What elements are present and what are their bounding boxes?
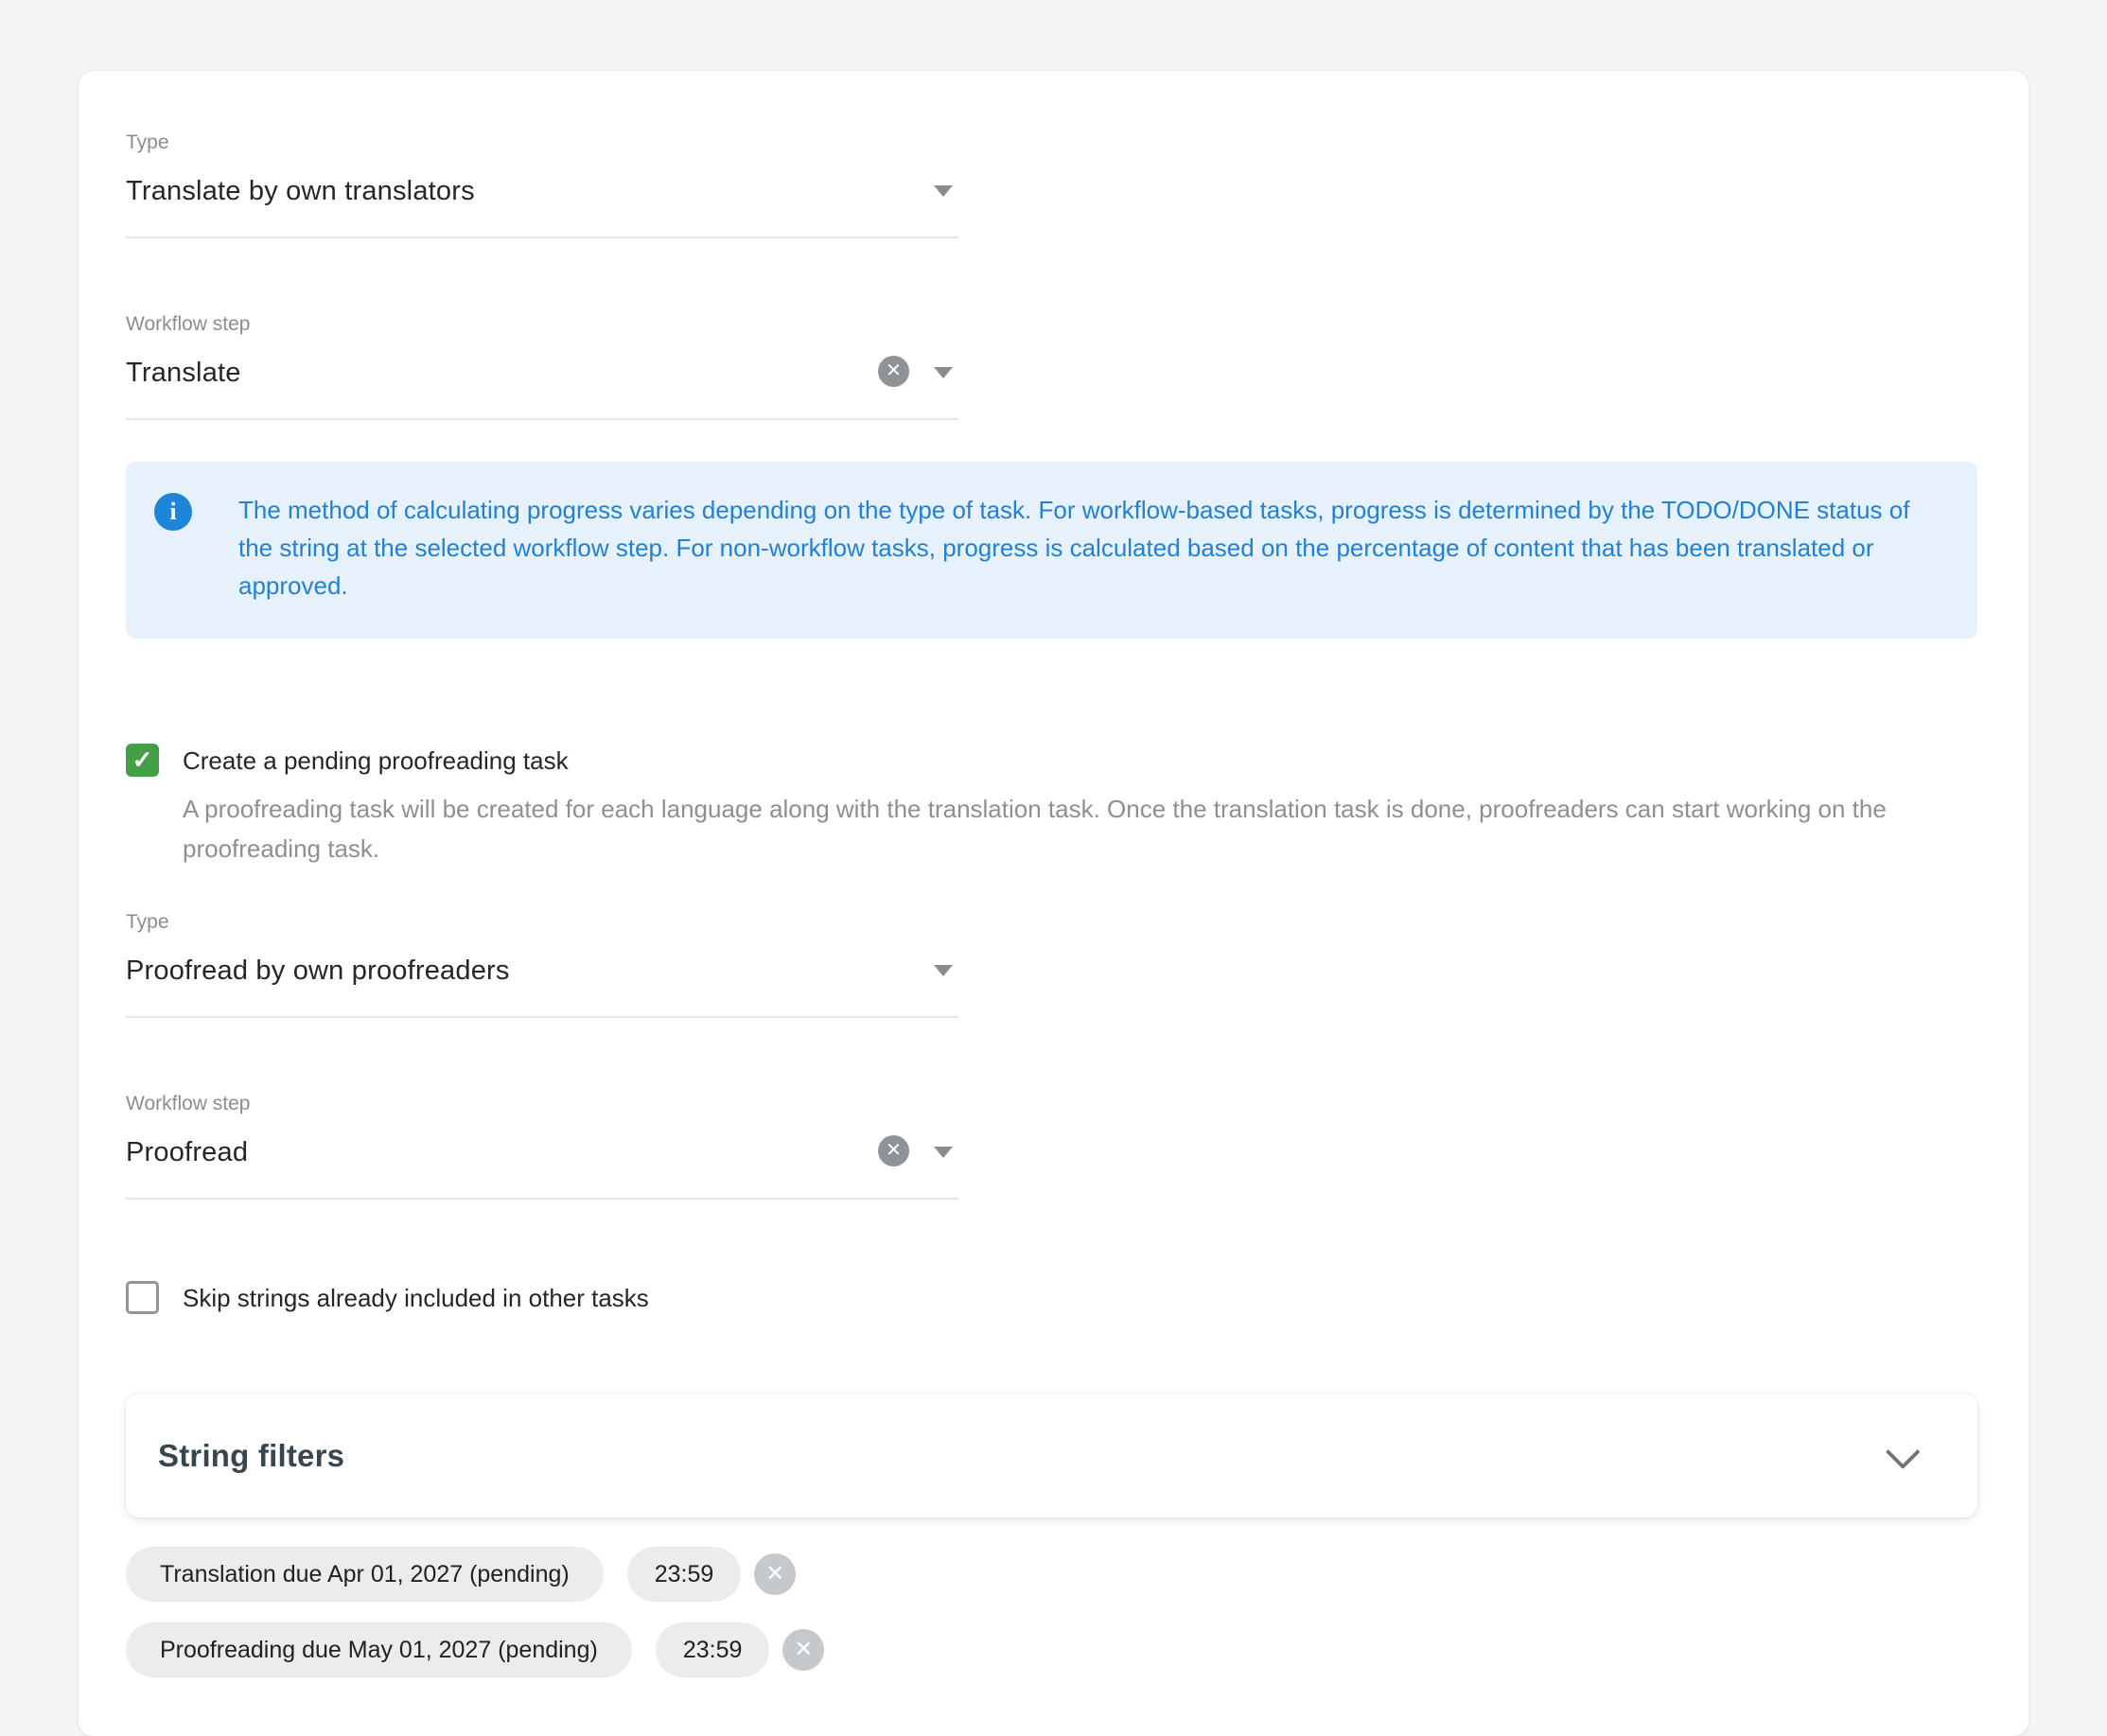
string-filters-title: String filters: [158, 1438, 344, 1474]
dropdown-arrow-icon[interactable]: [934, 965, 953, 976]
clear-selection-icon[interactable]: ✕: [878, 1135, 909, 1166]
proofreading-checkbox-group: ✓ Create a pending proofreading task A p…: [126, 745, 1979, 868]
translation-deadline-row: Translation due Apr 01, 2027 (pending) 2…: [126, 1547, 1979, 1602]
translation-workflow-select[interactable]: Translate ✕: [126, 356, 958, 420]
info-icon: i: [154, 493, 192, 531]
deadline-chip: Translation due Apr 01, 2027 (pending): [126, 1547, 604, 1602]
proofreading-workflow-field: Workflow step Proofread ✕: [126, 1092, 958, 1200]
dropdown-arrow-icon[interactable]: [934, 185, 953, 197]
translation-workflow-value: Translate: [126, 356, 958, 390]
translation-workflow-field: Workflow step Translate ✕: [126, 312, 958, 420]
proofreading-workflow-label: Workflow step: [126, 1092, 958, 1115]
proofreading-type-field: Type Proofread by own proofreaders: [126, 910, 958, 1018]
deadline-chip: Proofreading due May 01, 2027 (pending): [126, 1622, 632, 1677]
translation-type-value: Translate by own translators: [126, 174, 958, 208]
remove-chip-icon[interactable]: ✕: [782, 1629, 824, 1671]
proofreading-checkbox-label[interactable]: Create a pending proofreading task: [183, 745, 569, 777]
clear-selection-icon[interactable]: ✕: [878, 356, 909, 387]
checkbox-checked-icon[interactable]: ✓: [126, 744, 159, 777]
proofreading-workflow-value: Proofread: [126, 1135, 958, 1169]
deadline-chips: Translation due Apr 01, 2027 (pending) 2…: [126, 1547, 1979, 1677]
proofreading-type-label: Type: [126, 910, 958, 934]
proofreading-workflow-select[interactable]: Proofread ✕: [126, 1135, 958, 1200]
proofreading-checkbox-description: A proofreading task will be created for …: [183, 789, 1961, 868]
proofreading-type-select[interactable]: Proofread by own proofreaders: [126, 954, 958, 1018]
string-filters-panel[interactable]: String filters: [126, 1394, 1977, 1517]
task-form-card: Type Translate by own translators Workfl…: [79, 71, 2028, 1736]
chevron-down-icon[interactable]: [1886, 1434, 1921, 1469]
proofreading-type-value: Proofread by own proofreaders: [126, 954, 958, 988]
dropdown-arrow-icon[interactable]: [934, 367, 953, 378]
translation-type-select[interactable]: Translate by own translators: [126, 174, 958, 238]
time-chip: 23:59: [627, 1547, 742, 1602]
checkbox-unchecked-icon[interactable]: [126, 1281, 159, 1314]
skip-strings-checkbox-group: Skip strings already included in other t…: [126, 1283, 1979, 1314]
dropdown-arrow-icon[interactable]: [934, 1147, 953, 1158]
time-chip: 23:59: [656, 1622, 770, 1677]
translation-type-field: Type Translate by own translators: [126, 131, 958, 238]
progress-info-alert: i The method of calculating progress var…: [126, 462, 1977, 639]
progress-info-text: The method of calculating progress varie…: [238, 491, 1932, 605]
translation-type-label: Type: [126, 131, 958, 154]
translation-workflow-label: Workflow step: [126, 312, 958, 336]
proofreading-deadline-row: Proofreading due May 01, 2027 (pending) …: [126, 1622, 1979, 1677]
remove-chip-icon[interactable]: ✕: [754, 1553, 796, 1595]
skip-strings-checkbox-label[interactable]: Skip strings already included in other t…: [183, 1283, 649, 1314]
